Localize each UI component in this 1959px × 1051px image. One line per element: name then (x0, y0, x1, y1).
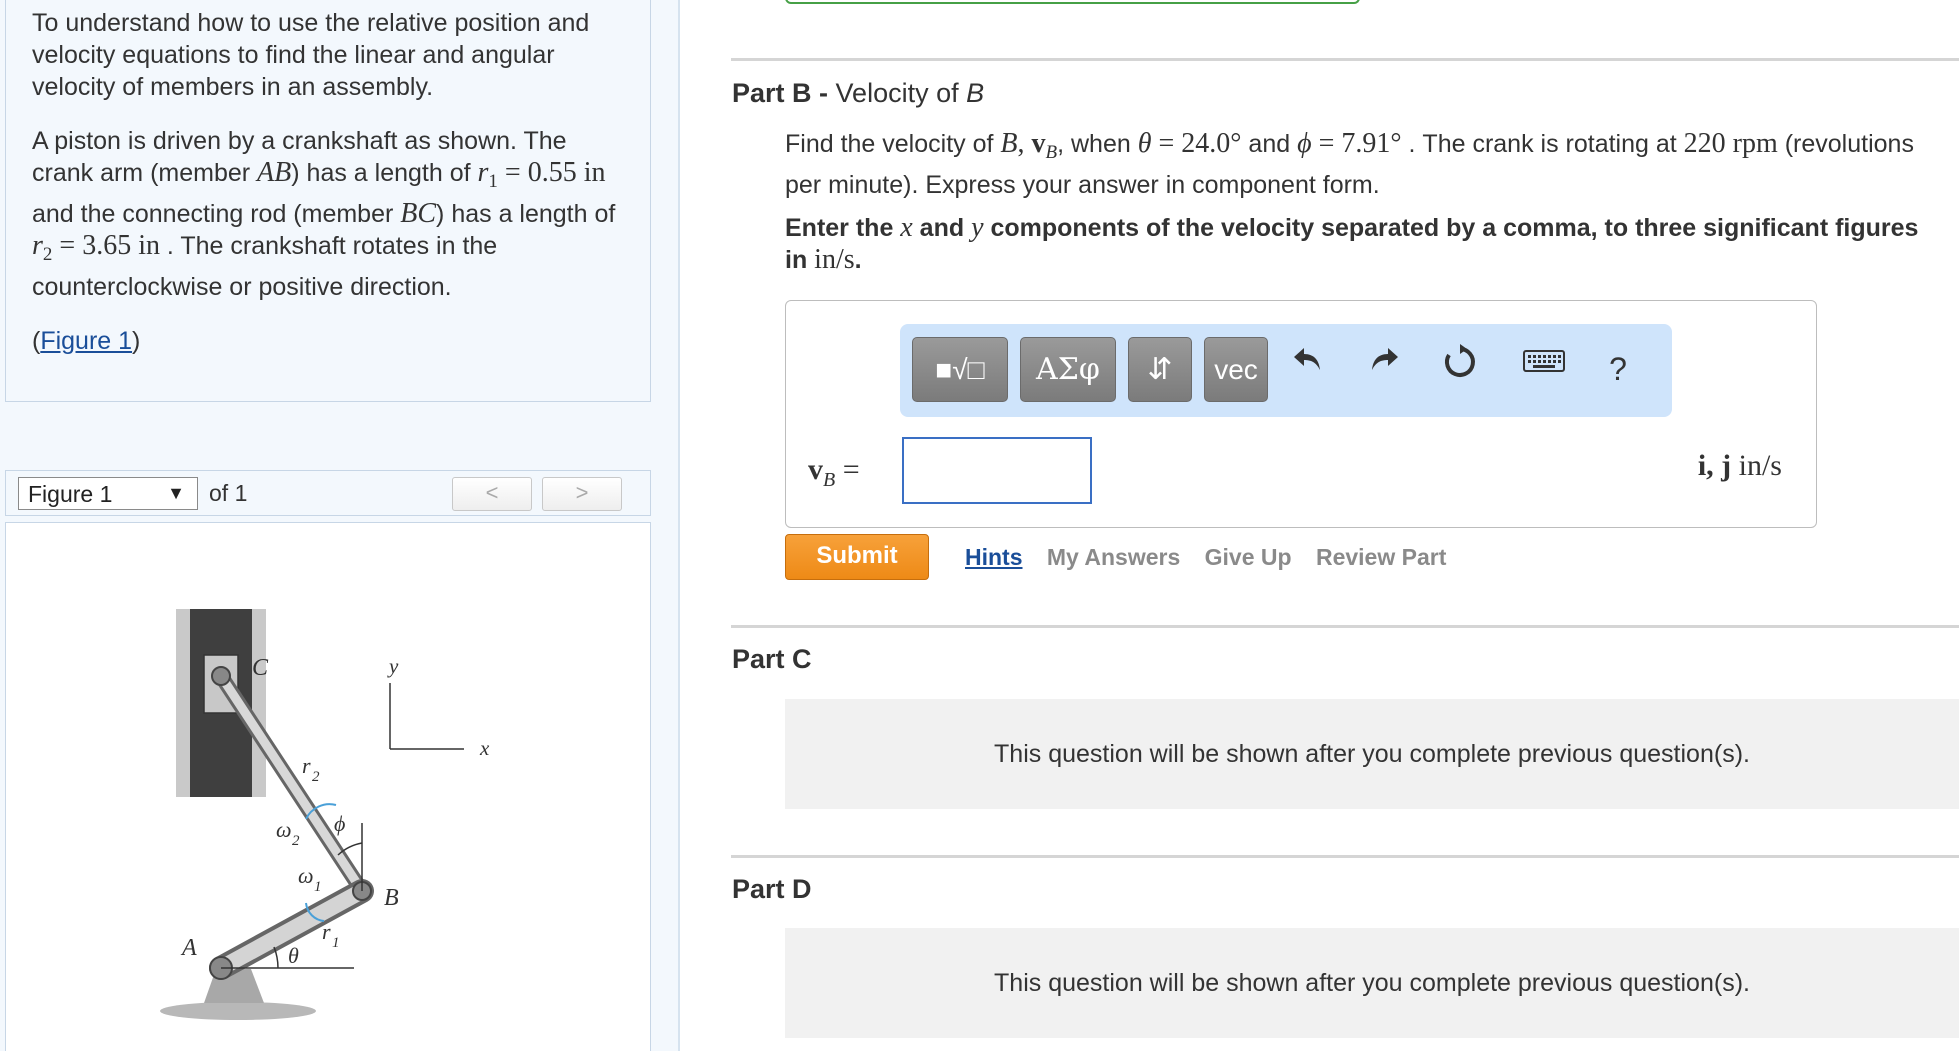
part-d-title: Part D (732, 874, 812, 904)
figure-1-link[interactable]: Figure 1 (40, 327, 132, 355)
answer-label: vB = (808, 453, 860, 491)
label-r2-sub: 2 (312, 769, 320, 785)
math-toolbar: ■√□ ΑΣφ ⇵ vec ? (900, 324, 1672, 417)
label-omega1-sub: 1 (314, 879, 322, 895)
label-phi: ϕ (334, 811, 345, 836)
velocity-answer-input[interactable] (902, 437, 1092, 504)
label-B: B (384, 885, 399, 911)
figure-select[interactable]: Figure 1 ▼ (18, 477, 198, 510)
submit-button[interactable]: Submit (785, 534, 929, 580)
label-C: C (252, 655, 269, 681)
part-d-locked-message: This question will be shown after you co… (785, 928, 1959, 1038)
previous-part-box-edge (785, 0, 1360, 4)
divider-part-b (731, 58, 1959, 61)
label-theta: θ (288, 943, 299, 968)
label-x: x (479, 736, 490, 760)
prev-figure-button[interactable]: < (452, 477, 532, 511)
templates-button[interactable]: ■√□ (912, 337, 1008, 402)
divider-part-d (731, 855, 1959, 858)
vector-button[interactable]: vec (1204, 337, 1268, 402)
next-figure-button[interactable]: > (542, 477, 622, 511)
answer-units: i, j in/s (1697, 449, 1782, 482)
dropdown-arrow-icon: ▼ (167, 483, 185, 503)
my-answers-link[interactable]: My Answers (1047, 544, 1180, 570)
label-A: A (180, 935, 197, 961)
figure-panel: C y x r 2 ω 2 ϕ ω 1 B A θ r 1 (5, 522, 651, 1051)
figure-reference: (Figure 1) (32, 327, 141, 355)
label-r1: r (322, 919, 331, 944)
part-b-title: Part B - Velocity of B (732, 78, 985, 108)
undo-icon[interactable] (1284, 344, 1332, 394)
divider-part-c (731, 625, 1959, 628)
problem-intro: To understand how to use the relative po… (5, 0, 651, 402)
part-c-locked-message: This question will be shown after you co… (785, 699, 1959, 809)
ground (160, 1002, 316, 1020)
intro-paragraph-2: A piston is driven by a crankshaft as sh… (32, 127, 616, 301)
help-button[interactable]: ? (1594, 344, 1642, 394)
label-omega1: ω (298, 863, 314, 888)
part-c-title: Part C (732, 644, 812, 674)
figure-count: of 1 (209, 480, 248, 506)
arrows-button[interactable]: ⇵ (1128, 337, 1192, 402)
label-omega2-sub: 2 (292, 833, 300, 849)
pin-C (211, 666, 231, 686)
greek-symbols-button[interactable]: ΑΣφ (1020, 337, 1116, 402)
part-b-instructions: Enter the x and y components of the velo… (785, 212, 1919, 275)
keyboard-icon[interactable] (1516, 344, 1572, 394)
part-b-question: Find the velocity of B, vB, when θ = 24.… (785, 128, 1914, 199)
figure-toolbar: Figure 1 ▼ of 1 < > (5, 470, 651, 516)
label-r2: r (302, 753, 311, 778)
intro-paragraph-1: To understand how to use the relative po… (32, 9, 590, 101)
reset-icon[interactable] (1436, 344, 1484, 394)
label-y: y (387, 654, 399, 678)
label-r1-sub: 1 (332, 935, 340, 951)
piston-crank-figure: C y x r 2 ω 2 ϕ ω 1 B A θ r 1 (160, 609, 490, 1020)
answer-box: ■√□ ΑΣφ ⇵ vec ? vB = i, j in/s (785, 300, 1817, 528)
hints-link[interactable]: Hints (965, 544, 1023, 570)
left-pane: To understand how to use the relative po… (0, 0, 680, 1051)
give-up-link[interactable]: Give Up (1205, 544, 1292, 570)
redo-icon[interactable] (1360, 344, 1408, 394)
review-part-link[interactable]: Review Part (1316, 544, 1446, 570)
label-omega2: ω (276, 817, 292, 842)
answer-actions: Hints My Answers Give Up Review Part (965, 544, 1464, 571)
